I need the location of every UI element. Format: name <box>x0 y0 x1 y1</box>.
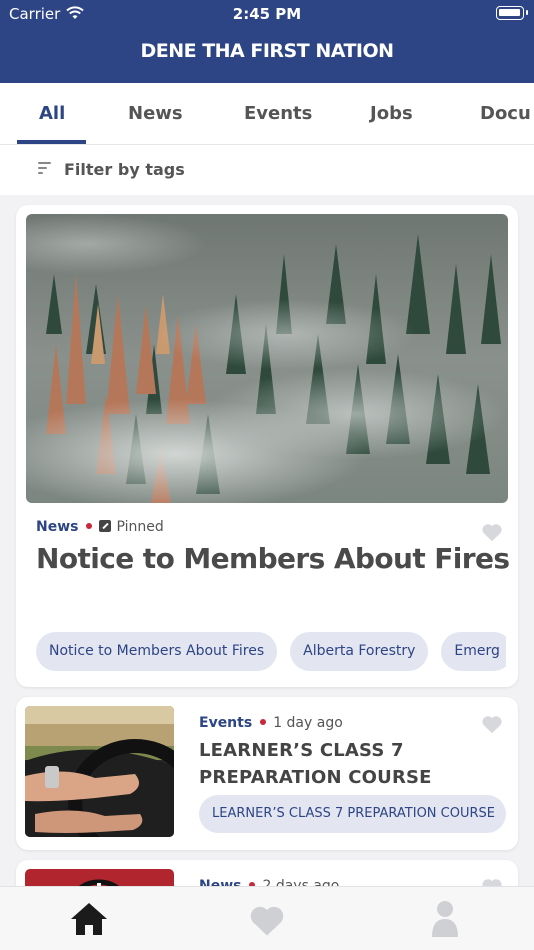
active-tab-indicator <box>17 140 86 144</box>
pin-icon <box>99 520 112 532</box>
card-meta: News Pinned <box>36 519 164 535</box>
category-tabs: All News Events Jobs Docu <box>0 83 534 145</box>
card-title-line: LEARNER’S CLASS 7 <box>199 740 404 761</box>
tag-chip[interactable]: Alberta Forestry <box>290 632 429 671</box>
steering-wheel-image <box>25 706 174 837</box>
favorite-heart-icon[interactable] <box>481 522 503 542</box>
card-meta: Events 1 day ago <box>199 715 343 731</box>
category-label: Events <box>199 715 253 731</box>
favorite-heart-icon[interactable] <box>481 714 503 734</box>
tag-chips: Notice to Members About Fires Alberta For… <box>36 632 506 672</box>
feed-card-pinned[interactable]: News Pinned Notice to Members About Fires… <box>16 205 518 687</box>
tag-chip[interactable]: Notice to Members About Fires <box>36 632 278 671</box>
tag-chip[interactable]: Emerg <box>441 632 506 671</box>
status-time: 2:45 PM <box>232 5 302 23</box>
card-title-line: PREPARATION COURSE <box>199 767 432 788</box>
timestamp: 1 day ago <box>273 715 343 731</box>
filter-bar[interactable]: Filter by tags <box>0 145 534 195</box>
tag-chip[interactable]: LEARNER’S CLASS 7 PREPARATION COURSE <box>199 795 506 833</box>
filter-icon <box>38 162 52 176</box>
bottom-tab-bar <box>0 886 534 950</box>
page-title: DENE THA FIRST NATION <box>140 40 394 62</box>
card-title: Notice to Members About Fires <box>36 542 510 575</box>
app-header: Carrier 2:45 PM DENE THA FIRST NATION <box>0 0 534 83</box>
profile-icon[interactable] <box>430 899 460 939</box>
card-title: LEARNER’S CLASS 7 PREPARATION COURSE <box>199 737 432 791</box>
feed-card-event[interactable]: Events 1 day ago LEARNER’S CLASS 7 PREPAR… <box>16 697 518 850</box>
battery-icon <box>496 6 528 20</box>
home-icon[interactable] <box>69 901 109 937</box>
tab-events[interactable]: Events <box>244 103 312 124</box>
separator-dot <box>86 523 93 529</box>
category-label: News <box>36 519 79 535</box>
tab-documents[interactable]: Docu <box>480 103 531 124</box>
favorites-heart-icon[interactable] <box>248 903 286 937</box>
tab-jobs[interactable]: Jobs <box>370 103 413 124</box>
separator-dot <box>260 719 267 725</box>
tab-news[interactable]: News <box>128 103 183 124</box>
tab-all[interactable]: All <box>39 103 65 124</box>
pinned-label: Pinned <box>116 519 164 535</box>
status-bar: Carrier 2:45 PM <box>0 0 534 28</box>
forest-fog-image <box>26 214 508 503</box>
filter-label: Filter by tags <box>64 160 185 179</box>
